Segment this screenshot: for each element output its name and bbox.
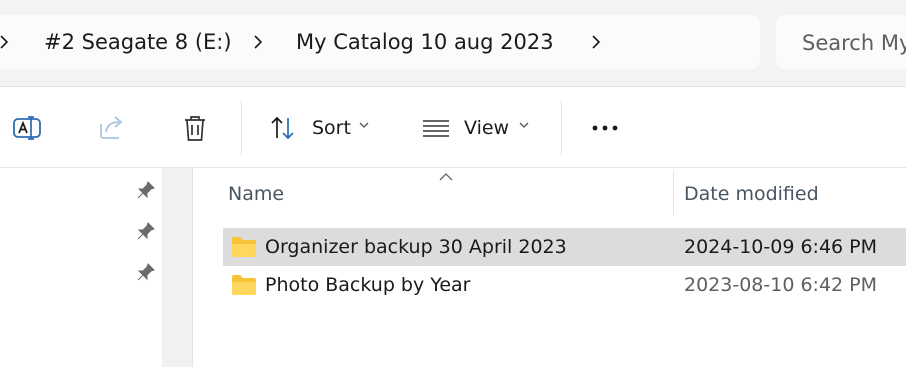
navigation-scrollbar[interactable] [162,168,192,367]
breadcrumb-folder[interactable]: My Catalog 10 aug 2023 [296,28,554,56]
command-bar: Sort View [0,87,906,168]
column-header-date-modified[interactable]: Date modified [684,181,819,207]
pin-icon[interactable] [136,180,156,200]
search-input[interactable]: Search My [776,15,906,69]
breadcrumb-drive[interactable]: #2 Seagate 8 (E:) [44,28,232,56]
chevron-right-icon[interactable] [590,29,604,55]
file-date-modified: 2023-08-10 6:42 PM [684,274,878,296]
view-button[interactable]: View [464,115,509,141]
chevron-down-icon[interactable] [356,117,372,133]
delete-icon[interactable] [179,112,211,144]
rename-icon[interactable] [11,112,43,144]
sort-icon[interactable] [268,112,300,144]
breadcrumb[interactable]: #2 Seagate 8 (E:) My Catalog 10 aug 2023 [0,15,760,69]
pin-icon[interactable] [136,262,156,282]
list-item[interactable]: Photo Backup by Year 2023-08-10 6:42 PM [223,266,906,304]
chevron-right-icon[interactable] [252,29,266,55]
folder-icon [231,274,257,296]
chevron-right-icon[interactable] [0,29,12,55]
column-header-name[interactable]: Name [228,181,284,207]
file-date-modified: 2024-10-09 6:46 PM [684,236,878,258]
list-item[interactable]: Organizer backup 30 April 2023 2024-10-0… [223,228,906,266]
toolbar-divider [561,101,562,155]
toolbar-divider [241,101,242,155]
search-placeholder: Search My [802,31,906,55]
folder-icon [231,236,257,258]
pin-icon[interactable] [136,221,156,241]
sort-ascending-icon [438,167,454,186]
pane-divider [192,168,193,367]
column-divider[interactable] [673,171,674,215]
navigation-pane [0,168,162,367]
more-icon[interactable] [590,112,622,144]
file-name: Photo Backup by Year [265,274,471,296]
address-bar: #2 Seagate 8 (E:) My Catalog 10 aug 2023… [0,0,906,87]
file-name: Organizer backup 30 April 2023 [265,236,567,258]
sort-button[interactable]: Sort [312,115,351,141]
share-icon[interactable] [96,112,128,144]
view-icon[interactable] [420,112,452,144]
chevron-down-icon[interactable] [516,117,532,133]
